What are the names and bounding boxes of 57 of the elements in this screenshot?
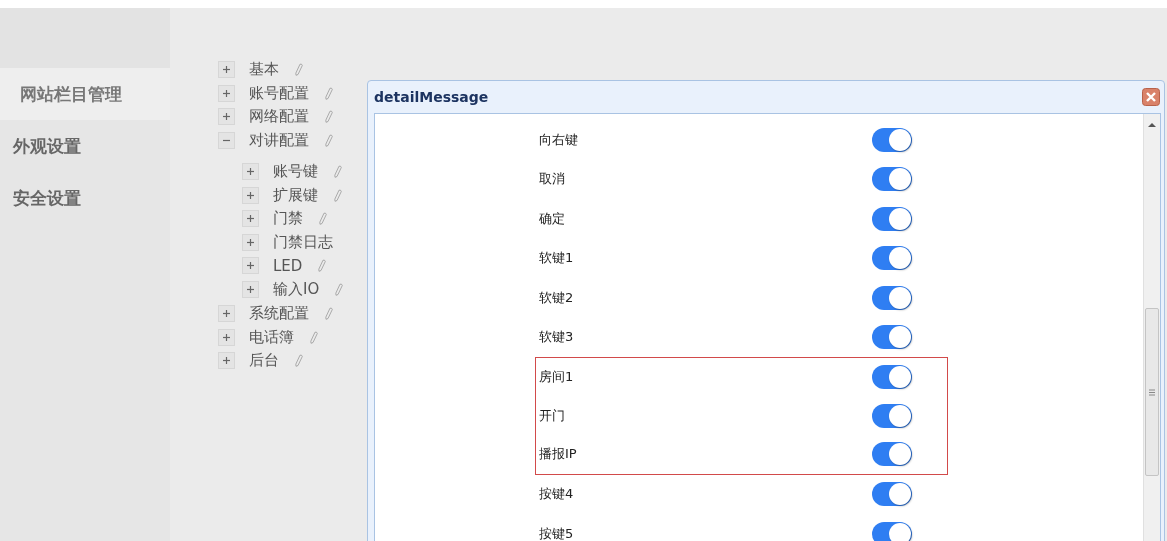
sidebar-item[interactable]: 网站栏目管理 [0, 68, 170, 120]
toggle-switch[interactable] [872, 482, 912, 507]
toggle-switch[interactable] [872, 365, 912, 390]
setting-label: 按键4 [539, 485, 575, 504]
toggle-switch[interactable] [872, 325, 912, 350]
tree-item[interactable]: 账号配置 [249, 83, 309, 103]
tree-item[interactable]: 输入IO [273, 279, 320, 299]
sidebar-item[interactable]: 安全设置 [0, 172, 170, 224]
setting-label: 软键1 [539, 249, 575, 268]
setting-label: 向右键 [539, 130, 579, 149]
setting-label: 软键3 [539, 328, 575, 347]
tree-item[interactable]: LED [273, 256, 303, 275]
expand-icon[interactable] [242, 233, 259, 251]
tree-item[interactable]: 系统配置 [249, 304, 309, 324]
toggle-switch[interactable] [872, 206, 912, 231]
setting-label: 开门 [539, 406, 566, 425]
tree-item[interactable]: 扩展键 [273, 185, 318, 205]
tree-item[interactable]: 对讲配置 [249, 130, 309, 150]
grip-icon [1149, 388, 1155, 396]
dialog-title: detailMessage [374, 89, 489, 105]
expand-icon[interactable] [242, 163, 259, 181]
scrollbar[interactable] [1143, 114, 1160, 541]
setting-label: 房间1 [539, 368, 575, 387]
expand-icon[interactable] [218, 305, 235, 323]
tree-item[interactable]: 网络配置 [249, 107, 309, 127]
scroll-up-icon[interactable] [1148, 122, 1156, 128]
tree-item[interactable]: 账号键 [273, 162, 318, 182]
tree-item[interactable]: 基本 [249, 60, 279, 80]
toggle-switch[interactable] [872, 521, 912, 541]
tree-item[interactable]: 门禁日志 [273, 232, 333, 252]
toggle-switch[interactable] [872, 246, 912, 271]
expand-icon[interactable] [218, 61, 235, 79]
expand-icon[interactable] [218, 84, 235, 102]
expand-icon[interactable] [242, 210, 259, 228]
setting-label: 确定 [539, 209, 566, 228]
toggle-switch[interactable] [872, 403, 912, 428]
expand-icon[interactable] [242, 257, 259, 275]
setting-label: 按键5 [539, 524, 575, 541]
expand-icon[interactable] [242, 280, 259, 298]
collapse-icon[interactable] [218, 131, 235, 149]
close-icon[interactable] [1142, 88, 1160, 106]
toggle-switch[interactable] [872, 167, 912, 192]
expand-icon[interactable] [218, 328, 235, 346]
setting-label: 软键2 [539, 288, 575, 307]
expand-icon[interactable] [218, 108, 235, 126]
scrollbar-thumb[interactable] [1145, 308, 1159, 476]
sidebar-item[interactable]: 外观设置 [0, 120, 170, 172]
toggle-switch[interactable] [872, 442, 912, 467]
tree-item[interactable]: 门禁 [273, 209, 303, 229]
tree-item[interactable]: 后台 [249, 351, 279, 371]
tree-item[interactable]: 电话簿 [249, 327, 294, 347]
toggle-switch[interactable] [872, 127, 912, 152]
setting-label: 播报IP [539, 445, 578, 464]
expand-icon[interactable] [242, 186, 259, 204]
expand-icon[interactable] [218, 352, 235, 370]
setting-label: 取消 [539, 170, 566, 189]
toggle-switch[interactable] [872, 285, 912, 310]
